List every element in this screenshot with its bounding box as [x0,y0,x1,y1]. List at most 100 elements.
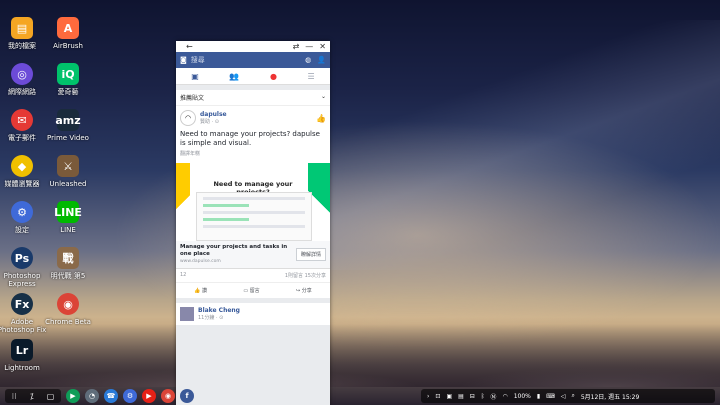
app-label: Lightroom [4,364,40,372]
comment-button[interactable]: ▭ 留言 [243,287,259,294]
media-icon[interactable]: ▤ [458,393,464,400]
post-author[interactable]: dapulse [200,111,227,118]
desktop-icon[interactable]: A AirBrush [38,17,98,50]
bluetooth-icon[interactable]: ᛒ [481,393,485,400]
close-icon[interactable]: ✕ [319,42,326,51]
like-page-icon[interactable]: 👍 [316,114,326,123]
facebook-tabs: ▣ 👥 ● ☰ [176,68,330,85]
desktop-icon[interactable]: LINE LINE [38,201,98,234]
search-icon[interactable]: ⌕ [571,392,574,400]
app-icon: Ps [11,247,33,269]
post-blake: Blake Cheng 11分鐘 · ⊙ [176,303,330,325]
home-icon[interactable]: ▢ [47,392,55,401]
link-preview[interactable]: Manage your projects and tasks in one pl… [176,241,330,269]
chevron-down-icon[interactable]: ⌄ [321,93,326,102]
desktop-icon[interactable]: Lr Lightroom [0,339,52,372]
taskbar-app-icon[interactable]: ☎ [104,389,118,403]
battery-icon: ▮ [536,392,541,400]
battery-text: 100% [513,392,531,400]
link-url: www.dapulse.com [180,259,221,264]
ad-screenshot [196,192,312,241]
app-icon: ⚙ [11,201,33,223]
screenshot-icon[interactable]: ⊡ [435,393,440,400]
suggested-post: 推薦貼文 ⌄ ◠ dapulse 贊助 · ⊙ 👍 Need to manage … [176,90,330,298]
taskbar-left: ⁝⁝ ⁒ ▢ [5,389,61,403]
desktop-icon[interactable]: amz Prime Video [38,109,98,142]
desktop-icon[interactable]: ⚔ Unleashed [38,155,98,188]
app-label: Prime Video [47,134,89,142]
ad-image[interactable]: Need to manage your projects? [176,163,330,241]
app-label: Unleashed [49,180,87,188]
app-icon: ◉ [57,293,79,315]
tab-menu[interactable]: ☰ [308,72,315,81]
app-label: AirBrush [53,42,83,50]
wifi-icon[interactable]: ◠ [502,393,507,400]
taskbar-app-icon[interactable]: ▶ [142,389,156,403]
learn-more-button[interactable]: 瞭解詳情 [295,248,326,261]
avatar[interactable] [180,307,194,321]
minimize-icon[interactable]: — [305,42,313,51]
app-icon: ▤ [11,17,33,39]
app-icon: Fx [11,293,33,315]
friends-request-icon[interactable]: 👤 [317,56,326,64]
taskbar-app-icon[interactable]: ⚙ [123,389,137,403]
apps-grid-icon[interactable]: ⁝⁝ [12,392,17,401]
window-titlebar[interactable]: ← ⇄ — ✕ [176,41,330,52]
app-label: 明代戰 第5 [50,272,86,280]
taskbar-app-icon[interactable]: ▶ [66,389,80,403]
clock[interactable]: 5月12日, 週五 15:29 [581,392,639,401]
link-title: Manage your projects and tasks in one pl… [180,244,288,257]
gallery-icon[interactable]: ▣ [446,393,452,400]
app-label: 愛奇藝 [57,88,79,96]
app-icon: ⚔ [57,155,79,177]
desktop-icon[interactable]: ◉ Chrome Beta [38,293,98,326]
wallpaper-streak [330,20,720,270]
back-icon[interactable]: ← [186,42,193,51]
taskbar-app-icon[interactable]: f [180,389,194,403]
expand-icon[interactable]: › [427,393,429,400]
tab-news-feed[interactable]: ▣ [191,72,199,81]
app-icon: iQ [57,63,79,85]
desktop-icon[interactable]: iQ 愛奇藝 [38,63,98,96]
search-input[interactable]: 搜尋 [191,55,301,65]
post-subtitle: 11分鐘 · ⊙ [198,315,224,321]
volume-icon[interactable]: ◁ [561,393,566,400]
camera-icon[interactable]: ◙ [180,56,187,64]
post-subtitle: 贊助 · ⊙ [200,119,219,125]
app-icon: amz [55,109,81,131]
pinned-apps: ▶ ◔ ☎ ⚙ ▶ ◉ f [66,389,199,403]
avatar[interactable]: ◠ [180,110,196,126]
taskbar-app-icon[interactable]: ◉ [161,389,175,403]
post-text: Need to manage your projects? dapulse is… [180,130,320,147]
facebook-header: ◙ 搜尋 ◍ 👤 [176,52,330,68]
desktop-icon[interactable]: 戰明代戰 第5 [38,247,98,280]
messenger-icon[interactable]: ◍ [305,56,311,64]
share-button[interactable]: ↪ 分享 [296,287,312,294]
nfc-icon[interactable]: Ⓝ [490,392,496,401]
tab-friends[interactable]: 👥 [229,72,239,81]
like-button[interactable]: 👍 讚 [194,287,207,294]
post-author[interactable]: Blake Cheng [198,307,240,314]
section-label: 推薦貼文 [180,95,205,102]
translate-link[interactable]: 翻譯年糕 [176,148,330,159]
app-icon: 戰 [57,247,79,269]
app-icon: ◆ [11,155,33,177]
post-actions: 👍 讚 ▭ 留言 ↪ 分享 [176,283,330,298]
app-icon: LINE [54,201,82,223]
taskbar: ⁝⁝ ⁒ ▢ ▶ ◔ ☎ ⚙ ▶ ◉ f › ⊡ ▣ ▤ ⊟ ᛒ Ⓝ ◠ 100% ▮ ⌨ … [0,387,720,405]
comments-shares: 1則留言 15次分享 [284,273,326,279]
tab-notifications[interactable]: ● [270,72,277,81]
app-label: Chrome Beta [45,318,91,326]
system-tray: › ⊡ ▣ ▤ ⊟ ᛒ Ⓝ ◠ 100% ▮ ⌨ ◁ ⌕ 5月12日, 週五 1… [421,389,715,403]
wallpaper-mountains [0,317,720,387]
app-icon: Lr [11,339,33,361]
taskbar-app-icon[interactable]: ◔ [85,389,99,403]
recents-icon[interactable]: ⁒ [30,392,34,401]
app-label: LINE [60,226,76,234]
reaction-summary[interactable]: 12 1則留言 15次分享 [176,269,330,283]
rotate-icon[interactable]: ⇄ [293,42,300,51]
facebook-window[interactable]: ← ⇄ — ✕ ◙ 搜尋 ◍ 👤 ▣ 👥 ● ☰ 推薦貼文 ⌄ ◠ dapulse… [176,41,330,405]
dex-icon[interactable]: ⊟ [470,393,475,400]
app-icon: A [57,17,79,39]
keyboard-icon[interactable]: ⌨ [546,393,555,400]
